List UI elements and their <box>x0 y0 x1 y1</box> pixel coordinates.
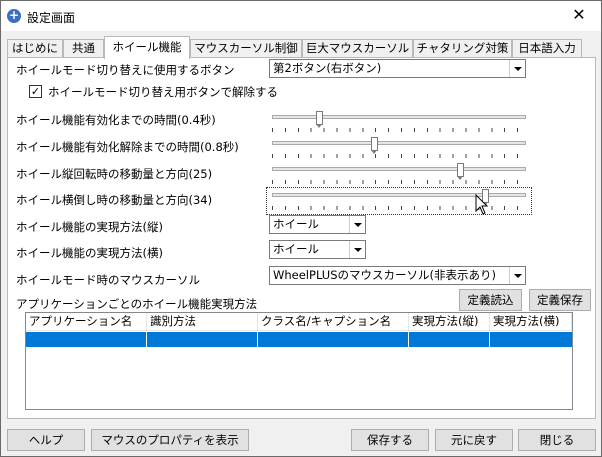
tab-intro[interactable]: はじめに <box>7 39 63 58</box>
slider-thumb[interactable] <box>370 137 378 154</box>
column-header-impl-horizontal[interactable]: 実現方法(横) <box>490 313 572 331</box>
impl-vertical-select[interactable]: ホイール <box>269 215 366 234</box>
slider-ticks <box>272 128 526 132</box>
cursor-label: ホイールモード時のマウスカーソル <box>16 273 200 287</box>
release-checkbox-label: ホイールモード切り替え用ボタンで解除する <box>48 85 278 99</box>
slider-track <box>272 167 526 171</box>
disable-time-slider[interactable] <box>268 137 530 161</box>
slider-thumb[interactable] <box>316 111 324 128</box>
toggle-button-select[interactable]: 第2ボタン(右ボタン) <box>269 59 526 78</box>
tab-giant-cursor[interactable]: 巨大マウスカーソル <box>302 39 413 58</box>
slider-track <box>272 141 526 145</box>
app-list-table[interactable]: アプリケーション名 識別方法 クラス名/キャプション名 実現方法(縦) 実現方法… <box>25 312 573 410</box>
column-header-app[interactable]: アプリケーション名 <box>26 313 147 331</box>
horizontal-move-label: ホイール横倒し時の移動量と方向(34) <box>16 193 213 207</box>
chevron-down-icon <box>349 216 365 233</box>
vertical-move-label: ホイール縦回転時の移動量と方向(25) <box>16 167 213 181</box>
chevron-down-icon <box>349 241 365 258</box>
impl-vertical-label: ホイール機能の実現方法(縦) <box>16 220 163 234</box>
table-row[interactable] <box>26 332 572 347</box>
table-cell <box>490 332 572 347</box>
app-icon: + <box>7 8 21 23</box>
column-header-method[interactable]: 識別方法 <box>147 313 258 331</box>
release-checkbox[interactable]: ✓ <box>29 85 42 98</box>
revert-button[interactable]: 元に戻す <box>435 429 513 451</box>
tab-common[interactable]: 共通 <box>63 39 104 58</box>
slider-ticks <box>272 180 526 184</box>
check-mark-icon: ✓ <box>30 85 41 98</box>
tab-wheel[interactable]: ホイール機能 <box>104 36 190 59</box>
table-cell <box>147 332 258 347</box>
slider-ticks <box>272 154 526 158</box>
load-definition-button[interactable]: 定義読込 <box>459 289 522 311</box>
impl-horizontal-value: ホイール <box>273 242 319 256</box>
cursor-select[interactable]: WheelPLUSのマウスカーソル(非表示あり) <box>269 266 526 285</box>
impl-horizontal-select[interactable]: ホイール <box>269 240 366 259</box>
chevron-down-icon <box>509 60 525 77</box>
show-mouse-properties-button[interactable]: マウスのプロパティを表示 <box>91 429 249 451</box>
column-header-class[interactable]: クラス名/キャプション名 <box>258 313 409 331</box>
save-definition-button[interactable]: 定義保存 <box>529 289 591 311</box>
horizontal-move-slider[interactable] <box>266 187 532 215</box>
tab-cursor-control[interactable]: マウスカーソル制御 <box>190 39 302 58</box>
table-cell <box>258 332 409 347</box>
cursor-value: WheelPLUSのマウスカーソル(非表示あり) <box>273 268 496 282</box>
help-button[interactable]: ヘルプ <box>7 429 85 451</box>
chevron-down-icon <box>509 267 525 284</box>
column-header-impl-vertical[interactable]: 実現方法(縦) <box>409 313 490 331</box>
table-header: アプリケーション名 識別方法 クラス名/キャプション名 実現方法(縦) 実現方法… <box>26 313 572 331</box>
slider-thumb[interactable] <box>457 163 465 180</box>
enable-time-slider[interactable] <box>268 111 530 135</box>
tab-japanese-input[interactable]: 日本語入力 <box>512 39 582 58</box>
tab-chattering[interactable]: チャタリング対策 <box>413 39 512 58</box>
save-button[interactable]: 保存する <box>351 429 429 451</box>
wheel-settings-panel: ホイールモード切り替えに使用するボタン 第2ボタン(右ボタン) ✓ ホイールモー… <box>7 57 596 419</box>
slider-track <box>272 115 526 119</box>
impl-horizontal-label: ホイール機能の実現方法(横) <box>16 246 163 260</box>
settings-window: + 設定画面 ✕ はじめに 共通 ホイール機能 マウスカーソル制御 巨大マウスカ… <box>0 0 602 457</box>
per-app-label: アプリケーションごとのホイール機能実現方法 <box>16 297 258 311</box>
vertical-move-slider[interactable] <box>268 163 530 187</box>
toggle-button-value: 第2ボタン(右ボタン) <box>273 61 382 75</box>
enable-time-label: ホイール機能有効化までの時間(0.4秒) <box>16 113 216 127</box>
table-cell <box>26 332 147 347</box>
close-window-button[interactable]: ✕ <box>557 1 601 31</box>
disable-time-label: ホイール機能有効化解除までの時間(0.8秒) <box>16 140 239 154</box>
mouse-pointer-icon <box>475 194 489 215</box>
tab-bar: はじめに 共通 ホイール機能 マウスカーソル制御 巨大マウスカーソル チャタリン… <box>7 36 597 59</box>
title-bar: + 設定画面 ✕ <box>1 1 601 31</box>
impl-vertical-value: ホイール <box>273 217 319 231</box>
toggle-button-label: ホイールモード切り替えに使用するボタン <box>16 63 235 77</box>
table-cell <box>409 332 490 347</box>
close-button[interactable]: 閉じる <box>518 429 596 451</box>
window-title: 設定画面 <box>27 11 76 25</box>
